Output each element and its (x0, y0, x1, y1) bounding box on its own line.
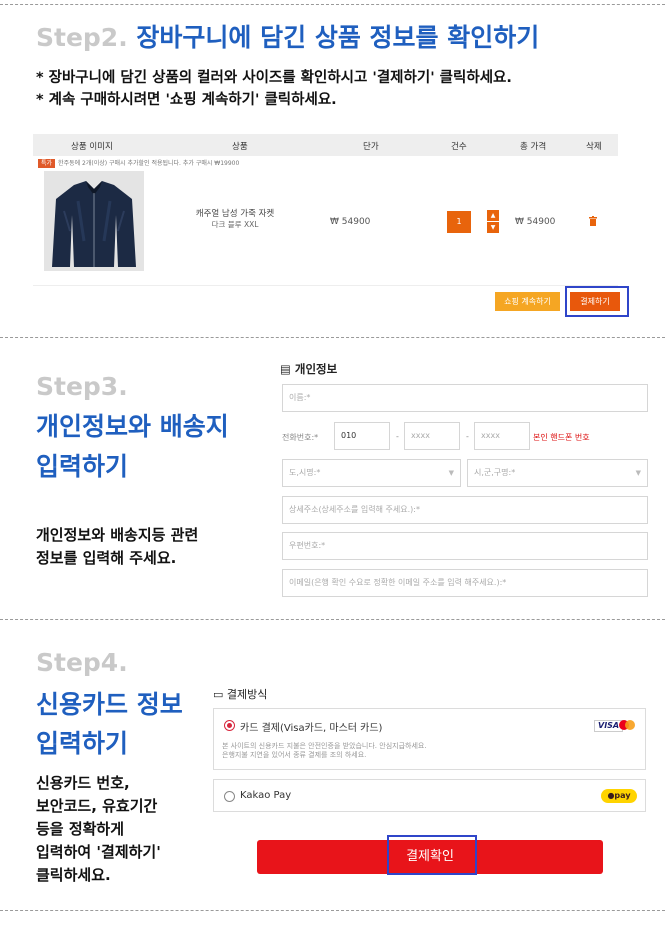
step3-number: Step3. (36, 372, 128, 401)
step3-desc-2: 정보를 입력해 주세요. (36, 549, 177, 567)
personal-info-label: 개인정보 (294, 362, 338, 376)
col-total: 총 가격 (520, 142, 547, 152)
step4-desc-5: 클릭하세요. (36, 866, 111, 884)
kakao-pay-icon: ●pay (601, 789, 637, 803)
step2-number: Step2. (36, 23, 128, 52)
step4-desc-1: 신용카드 번호, (36, 774, 130, 792)
highlight-box (387, 835, 477, 875)
step3-heading-2: 입력하기 (36, 452, 129, 481)
divider (0, 4, 665, 5)
step3-desc-1: 개인정보와 배송지등 관련 (36, 526, 199, 544)
col-delete: 삭제 (586, 142, 602, 152)
card-note-1: 본 사이트의 신용카드 지불은 안전인증을 받았습니다. 안심지급하세요. (222, 742, 427, 750)
kakao-pay-label: Kakao Pay (240, 790, 292, 801)
city-placeholder: 시,군,구명:* (474, 468, 516, 477)
step4-heading-2: 입력하기 (36, 729, 129, 758)
cart-divider (33, 285, 618, 286)
product-option: 다크 블루 XXL (211, 220, 259, 229)
divider (0, 910, 665, 911)
promo-line: 특가 한주동에 2개(이상) 구매시 추가할인 적용됩니다. 추가 구매시 ₩19… (38, 158, 240, 168)
step2-desc-2: * 계속 구매하시려면 '쇼핑 계속하기' 클릭하세요. (36, 92, 337, 108)
address-input[interactable]: 상세주소(상세주소를 입력해 주세요.):* (282, 496, 648, 524)
continue-shopping-button[interactable]: 쇼핑 계속하기 (495, 292, 560, 311)
chevron-down-icon: ▼ (448, 469, 454, 477)
chevron-down-icon: ▼ (635, 469, 641, 477)
chevron-up-icon: ▲ (490, 212, 496, 219)
step4-desc-4: 입력하여 '결제하기' (36, 843, 161, 861)
step4-heading-1: 신용카드 정보 (36, 690, 183, 719)
phone-last-input[interactable]: xxxx (474, 422, 530, 450)
step3-heading-1: 개인정보와 배송지 (36, 412, 229, 441)
payment-method-title: ▭ 결제방식 (213, 686, 267, 702)
name-input[interactable]: 이름:* (282, 384, 648, 412)
col-qty: 건수 (451, 142, 467, 152)
phone-note: 본인 핸드폰 번호 (533, 433, 590, 442)
col-image: 상품 이미지 (71, 142, 113, 152)
personal-info-title: ▤ 개인정보 (280, 361, 337, 377)
step2-desc-1: * 장바구니에 담긴 상품의 컬러와 사이즈를 확인하시고 '결제하기' 클릭하… (36, 70, 512, 86)
quantity-input[interactable]: 1 (447, 211, 471, 233)
email-input[interactable]: 이메일(은행 확인 수요로 정확한 이메일 주소를 입력 해주세요.):* (282, 569, 648, 597)
divider (0, 619, 665, 620)
phone-mid-input[interactable]: xxxx (404, 422, 460, 450)
step2-heading: 장바구니에 담긴 상품 정보를 확인하기 (136, 23, 540, 52)
trash-icon[interactable] (589, 216, 597, 226)
mastercard-icon (619, 720, 635, 730)
document-icon: ▤ (280, 362, 291, 376)
highlight-box (565, 286, 629, 317)
cart-header: 상품 이미지 상품 단가 건수 총 가격 삭제 (33, 134, 618, 156)
province-select[interactable]: 도,시명:* ▼ (282, 459, 461, 487)
card-payment-option[interactable]: 카드 결제(Visa카드, 마스터 카드) 본 사이트의 신용카드 지불은 안전… (213, 708, 646, 770)
divider (0, 337, 665, 338)
card-note-2: 은행지불 지연을 있어서 종류 결제를 조의 하세요. (222, 751, 367, 759)
product-name: 캐주얼 남성 가죽 자켓 (195, 209, 275, 219)
phone-dash-1: - (396, 432, 399, 441)
province-placeholder: 도,시명:* (289, 468, 321, 477)
step2-title: Step2. 장바구니에 담긴 상품 정보를 확인하기 (36, 23, 539, 53)
chevron-down-icon: ▼ (490, 224, 496, 231)
step4-desc-2: 보안코드, 유효기간 (36, 797, 158, 815)
col-unit-price: 단가 (363, 142, 379, 152)
step4-number: Step4. (36, 648, 128, 677)
promo-tag: 특가 (38, 159, 56, 168)
total-price: ₩ 54900 (515, 217, 556, 227)
unit-price: ₩ 54900 (330, 217, 371, 227)
phone-label: 전화번호:* (282, 433, 319, 442)
card-icon: ▭ (213, 688, 224, 701)
card-radio[interactable] (224, 720, 235, 731)
step4-desc-3: 등을 정확하게 (36, 820, 125, 838)
phone-prefix-input[interactable]: 010 (334, 422, 390, 450)
kakao-radio[interactable] (224, 791, 235, 802)
card-payment-label: 카드 결제(Visa카드, 마스터 카드) (240, 723, 383, 734)
kakao-payment-option[interactable]: Kakao Pay ●pay (213, 779, 646, 812)
zip-input[interactable]: 우편번호:* (282, 532, 648, 560)
phone-dash-2: - (466, 432, 469, 441)
payment-method-label: 결제방식 (226, 688, 268, 701)
product-image[interactable] (44, 171, 144, 271)
qty-down-button[interactable]: ▼ (487, 222, 499, 233)
city-select[interactable]: 시,군,구명:* ▼ (467, 459, 648, 487)
qty-up-button[interactable]: ▲ (487, 210, 499, 221)
jacket-image (44, 171, 144, 271)
promo-text: 한주동에 2개(이상) 구매시 추가할인 적용됩니다. 추가 구매시 ₩1990… (58, 160, 240, 167)
col-product: 상품 (232, 142, 248, 152)
